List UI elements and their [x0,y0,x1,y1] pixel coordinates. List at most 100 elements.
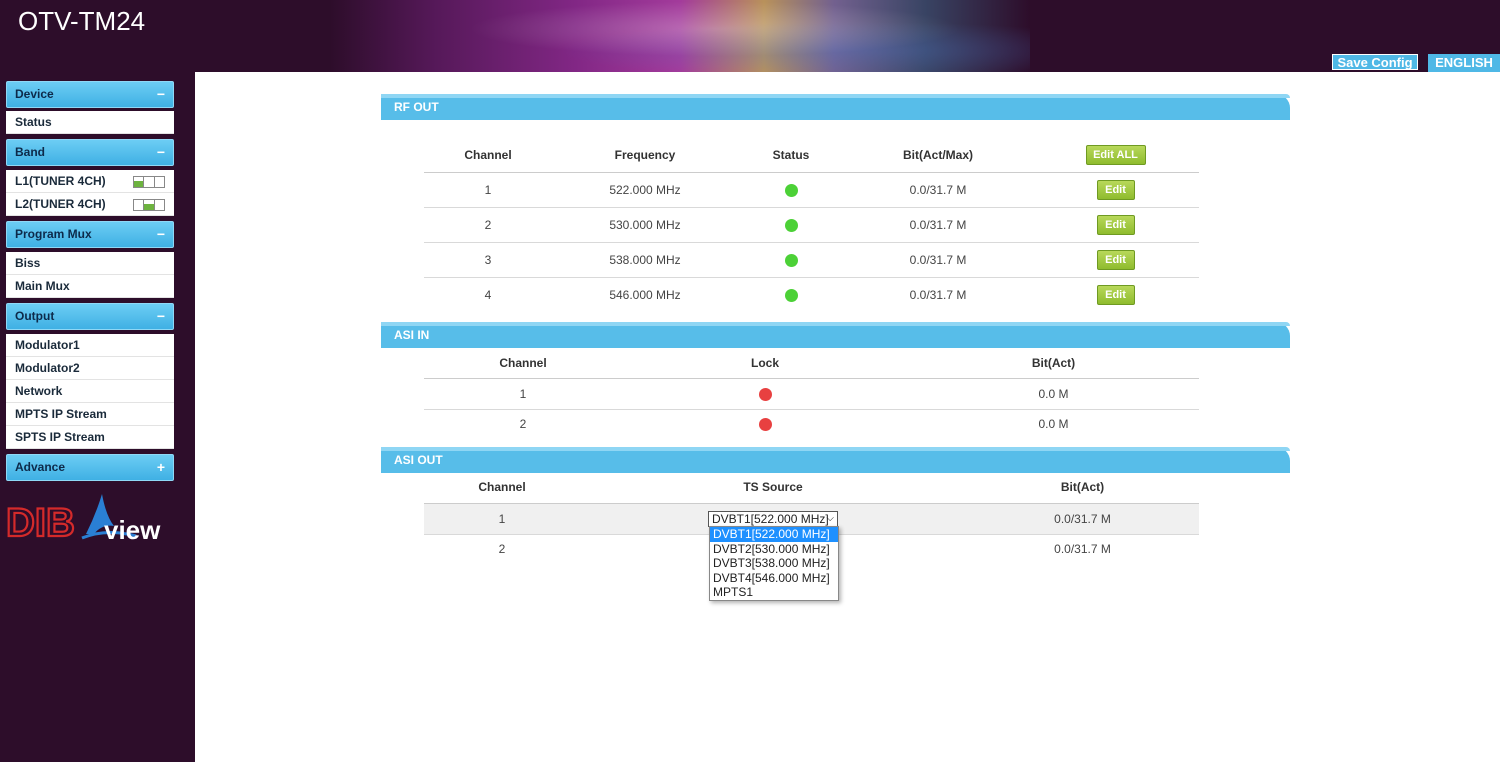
column-header: Channel [424,472,580,504]
table-header-row: Channel TS Source Bit(Act) [424,472,1199,504]
section-rf-out: RF OUT [381,94,1290,120]
edit-all-button[interactable]: Edit ALL [1085,144,1146,165]
bitrate-cell: 0.0/31.7 M [844,207,1032,243]
select-value: DVBT1[522.000 MHz] [712,511,829,526]
edit-cell: Edit [1032,172,1199,208]
channel-cell: 2 [519,416,527,431]
edit-cell: Edit [1032,242,1199,278]
edit-button[interactable]: Edit [1096,249,1135,270]
sidebar-item-main-mux[interactable]: Main Mux [6,275,174,298]
collapse-icon[interactable]: − [157,222,165,247]
logo-text-dib: DIB [6,501,75,544]
nav-group-program-mux: Biss Main Mux [6,252,174,298]
table-row: 2 530.000 MHz 0.0/31.7 M Edit [424,207,1199,243]
sidebar-item-mpts-ip-stream[interactable]: MPTS IP Stream [6,403,174,426]
logo-text-view: view [104,515,161,544]
nav-header-label: Program Mux [15,227,92,241]
ts-source-select[interactable]: DVBT1[522.000 MHz] ⌵ [708,510,838,527]
status-cell [738,172,844,208]
bitrate-cell: 0.0/31.7 M [966,503,1199,535]
collapse-icon[interactable]: − [157,82,165,107]
nav-header-advance[interactable]: Advance + [6,454,174,481]
channel-cell: 1 [424,378,622,410]
nav-group-output: Modulator1 Modulator2 Network MPTS IP St… [6,334,174,449]
collapse-icon[interactable]: − [157,304,165,329]
channel-cell: 1 [424,503,580,535]
sidebar-item-biss[interactable]: Biss [6,252,174,275]
section-title: RF OUT [394,100,439,114]
section-asi-in: ASI IN [381,322,1290,348]
dropdown-option[interactable]: DVBT1[522.000 MHz] [710,527,838,542]
column-header: Lock [622,348,908,379]
nav-group-device: Status [6,111,174,134]
nav-header-output[interactable]: Output − [6,303,174,330]
dropdown-option[interactable]: DVBT2[530.000 MHz] [710,542,838,557]
nav-header-label: Device [15,87,54,101]
save-config-button[interactable]: Save Config [1332,54,1418,70]
column-header: Frequency [552,138,738,173]
rf-out-table: Channel Frequency Status Bit(Act/Max) Ed… [424,138,1199,312]
sidebar: Device − Status Band − L1(TUNER 4CH) L2(… [0,72,195,762]
dropdown-option[interactable]: DVBT3[538.000 MHz] [710,556,838,571]
section-asi-out: ASI OUT [381,447,1290,473]
nav-header-device[interactable]: Device − [6,81,174,108]
status-cell [738,207,844,243]
bitrate-cell: 0.0 M [908,378,1199,410]
table-row: 3 538.000 MHz 0.0/31.7 M Edit [424,242,1199,278]
column-header: Status [738,138,844,173]
status-cell [738,242,844,278]
tuner-status-icon [133,176,165,188]
dropdown-option[interactable]: DVBT4[546.000 MHz] [710,571,838,586]
edit-all-cell: Edit ALL [1032,138,1199,173]
nav-header-label: Advance [15,460,66,474]
bitrate-cell: 0.0/31.7 M [844,242,1032,278]
sidebar-item-l1-tuner[interactable]: L1(TUNER 4CH) [6,170,174,193]
edit-button[interactable]: Edit [1096,284,1135,305]
channel-cell: 1 [424,172,552,208]
app-title: OTV-TM24 [18,6,146,36]
channel-cell: 3 [424,242,552,278]
column-header: Bit(Act/Max) [844,138,1032,173]
nav-header-program-mux[interactable]: Program Mux − [6,221,174,248]
chevron-down-icon[interactable]: ⌵ [826,512,834,526]
sidebar-item-l2-tuner[interactable]: L2(TUNER 4CH) [6,193,174,216]
ts-source-dropdown-list: DVBT1[522.000 MHz] DVBT2[530.000 MHz] DV… [709,526,839,601]
column-header: Bit(Act) [966,472,1199,504]
channel-cell: 2 [498,542,506,557]
header: OTV-TM24 Save Config ENGLISH [0,0,1500,72]
expand-icon[interactable]: + [157,455,165,480]
frequency-cell: 538.000 MHz [552,242,738,278]
edit-button[interactable]: Edit [1096,214,1135,235]
main-content: RF OUT Channel Frequency Status Bit(Act/… [195,72,1500,762]
language-button[interactable]: ENGLISH [1428,54,1500,72]
nav-group-band: L1(TUNER 4CH) L2(TUNER 4CH) [6,170,174,216]
unlocked-status-icon [758,417,772,431]
column-header: TS Source [580,472,966,504]
frequency-cell: 546.000 MHz [609,287,681,302]
sidebar-item-network[interactable]: Network [6,380,174,403]
sidebar-item-status[interactable]: Status [6,111,174,134]
frequency-cell: 522.000 MHz [552,172,738,208]
sidebar-item-modulator2[interactable]: Modulator2 [6,357,174,380]
dropdown-option[interactable]: MPTS1 [710,585,838,600]
frequency-cell: 530.000 MHz [552,207,738,243]
table-row: 4 546.000 MHz 0.0/31.7 M Edit [424,277,1199,312]
lock-cell [622,409,908,438]
nav-header-band[interactable]: Band − [6,139,174,166]
table-header-row: Channel Frequency Status Bit(Act/Max) Ed… [424,138,1199,173]
table-row: 1 0.0 M [424,378,1199,410]
status-cell [738,277,844,312]
table-header-row: Channel Lock Bit(Act) [424,348,1199,379]
status-ok-icon [784,218,798,232]
edit-button[interactable]: Edit [1096,179,1135,200]
table-row: 1 522.000 MHz 0.0/31.7 M Edit [424,172,1199,208]
sidebar-item-label: L2(TUNER 4CH) [15,197,106,211]
collapse-icon[interactable]: − [157,140,165,165]
sidebar-item-spts-ip-stream[interactable]: SPTS IP Stream [6,426,174,449]
status-ok-icon [784,288,798,302]
dibview-logo: DIB view [6,494,161,544]
lock-cell [622,378,908,410]
sidebar-item-label: L1(TUNER 4CH) [15,174,106,188]
sidebar-item-modulator1[interactable]: Modulator1 [6,334,174,357]
header-banner-glow [330,0,1030,72]
